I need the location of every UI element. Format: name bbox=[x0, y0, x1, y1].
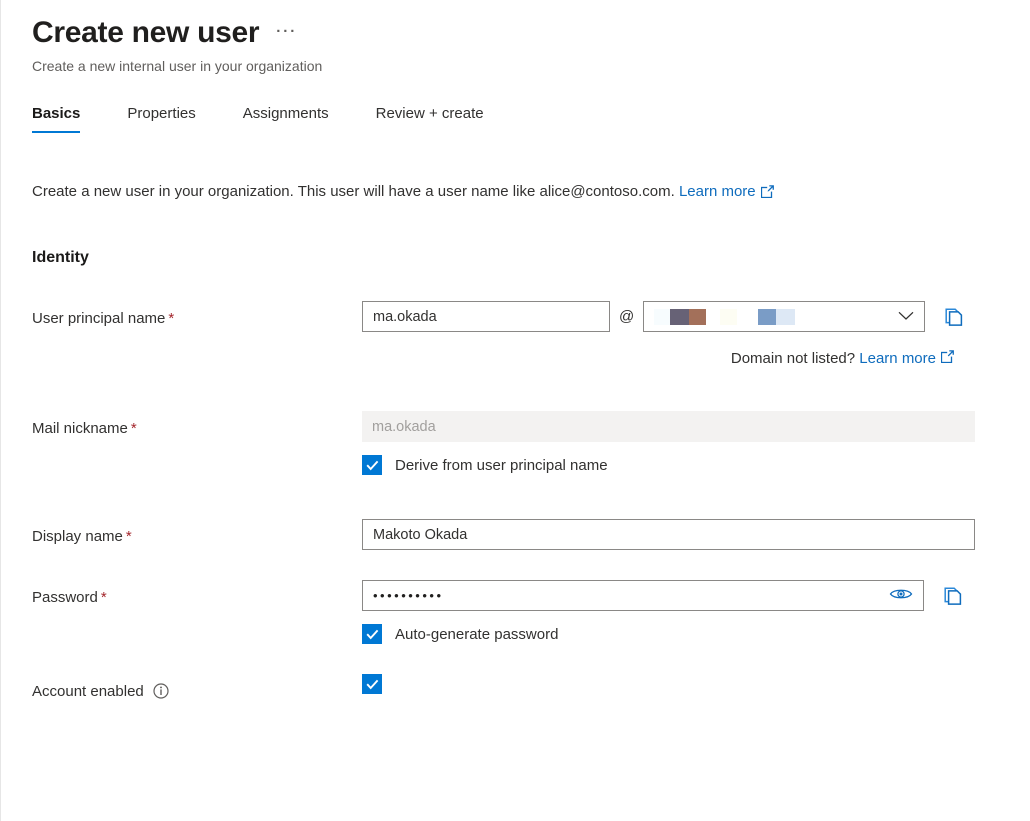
page-subtitle: Create a new internal user in your organ… bbox=[32, 58, 323, 74]
row-user-principal-name: User principal name * ma.okada @ bbox=[32, 301, 1030, 332]
domain-not-listed-hint: Domain not listed? Learn more bbox=[362, 350, 954, 367]
required-marker-mail: * bbox=[130, 420, 137, 437]
label-password: Password * bbox=[32, 580, 362, 608]
label-user-principal-name: User principal name * bbox=[32, 301, 362, 329]
label-display-name: Display name * bbox=[32, 519, 362, 547]
mail-nickname-input: ma.okada bbox=[362, 411, 975, 442]
at-symbol: @ bbox=[619, 308, 635, 325]
basics-form: User principal name * ma.okada @ Domain n… bbox=[1, 301, 1030, 705]
label-account-enabled-text: Account enabled bbox=[32, 683, 144, 700]
label-mail-nickname-text: Mail nickname bbox=[32, 420, 128, 437]
create-user-blade: Create new user ··· Create a new interna… bbox=[0, 0, 1030, 821]
external-link-icon-domain bbox=[940, 350, 954, 367]
redaction-block bbox=[689, 308, 707, 325]
intro-description: Create a new user in your organization. … bbox=[32, 183, 675, 200]
more-options-icon[interactable]: ··· bbox=[276, 24, 297, 39]
domain-not-listed-text: Domain not listed? bbox=[730, 350, 856, 367]
tab-properties[interactable]: Properties bbox=[127, 104, 195, 133]
external-link-icon bbox=[760, 183, 774, 205]
redaction-block bbox=[706, 308, 721, 325]
auto-generate-password-label: Auto-generate password bbox=[395, 625, 559, 643]
derive-from-upn-checkbox[interactable] bbox=[362, 455, 382, 475]
redaction-block bbox=[776, 308, 796, 325]
intro-text: Create a new user in your organization. … bbox=[32, 181, 1030, 205]
account-enabled-checkbox[interactable] bbox=[362, 674, 382, 694]
row-password: Password * •••••••••• Auto-generate passw… bbox=[32, 580, 1030, 644]
derive-from-upn-label: Derive from user principal name bbox=[395, 456, 608, 474]
row-mail-nickname: Mail nickname * ma.okada Derive from user… bbox=[32, 411, 1030, 475]
title-row: Create new user ··· bbox=[32, 14, 1030, 52]
domain-dropdown[interactable] bbox=[643, 301, 926, 332]
required-marker: * bbox=[168, 310, 175, 327]
control-mail-nickname: ma.okada Derive from user principal name bbox=[362, 411, 1030, 475]
password-input[interactable]: •••••••••• bbox=[362, 580, 924, 611]
redaction-block bbox=[720, 308, 738, 325]
auto-generate-password-row[interactable]: Auto-generate password bbox=[362, 624, 1030, 644]
redaction-block bbox=[654, 308, 671, 325]
redaction-block bbox=[670, 308, 690, 325]
redaction-block bbox=[737, 308, 759, 325]
copy-upn-icon[interactable] bbox=[943, 306, 965, 328]
label-spacer-domain-hint bbox=[32, 332, 362, 340]
intro-learn-more-link[interactable]: Learn more bbox=[679, 183, 756, 200]
info-icon[interactable] bbox=[153, 683, 169, 705]
required-marker-display: * bbox=[125, 528, 132, 545]
chevron-down-icon bbox=[898, 309, 914, 325]
control-account-enabled bbox=[362, 674, 1030, 694]
tab-bar: Basics Properties Assignments Review + c… bbox=[32, 104, 1030, 133]
required-marker-password: * bbox=[100, 589, 107, 606]
page-title: Create new user bbox=[32, 16, 260, 49]
tab-basics[interactable]: Basics bbox=[32, 104, 81, 133]
password-input-group: •••••••••• bbox=[362, 580, 1030, 611]
section-title-identity: Identity bbox=[32, 249, 89, 266]
auto-generate-password-checkbox[interactable] bbox=[362, 624, 382, 644]
display-name-input[interactable]: Makoto Okada bbox=[362, 519, 975, 550]
copy-password-icon[interactable] bbox=[942, 585, 964, 607]
row-domain-hint: Domain not listed? Learn more bbox=[32, 332, 1030, 367]
domain-learn-more-link[interactable]: Learn more bbox=[859, 350, 936, 367]
redaction-block bbox=[758, 308, 777, 325]
control-user-principal-name: ma.okada @ bbox=[362, 301, 1030, 332]
control-display-name: Makoto Okada bbox=[362, 519, 1030, 550]
control-domain-hint: Domain not listed? Learn more bbox=[362, 332, 1030, 367]
label-mail-nickname: Mail nickname * bbox=[32, 411, 362, 439]
label-upn-text: User principal name bbox=[32, 310, 166, 327]
control-password: •••••••••• Auto-generate password bbox=[362, 580, 1030, 644]
user-principal-name-input[interactable]: ma.okada bbox=[362, 301, 610, 332]
derive-from-upn-row[interactable]: Derive from user principal name bbox=[362, 455, 1030, 475]
password-masked-value: •••••••••• bbox=[373, 588, 444, 603]
label-password-text: Password bbox=[32, 589, 98, 606]
row-display-name: Display name * Makoto Okada bbox=[32, 519, 1030, 550]
label-account-enabled: Account enabled bbox=[32, 674, 362, 705]
label-display-name-text: Display name bbox=[32, 528, 123, 545]
blade-header: Create new user ··· Create a new interna… bbox=[1, 0, 1030, 76]
row-account-enabled: Account enabled bbox=[32, 674, 1030, 705]
tab-assignments[interactable]: Assignments bbox=[243, 104, 329, 133]
tab-review-create[interactable]: Review + create bbox=[376, 104, 484, 133]
domain-value-redacted bbox=[654, 308, 796, 325]
show-password-icon[interactable] bbox=[889, 587, 913, 605]
